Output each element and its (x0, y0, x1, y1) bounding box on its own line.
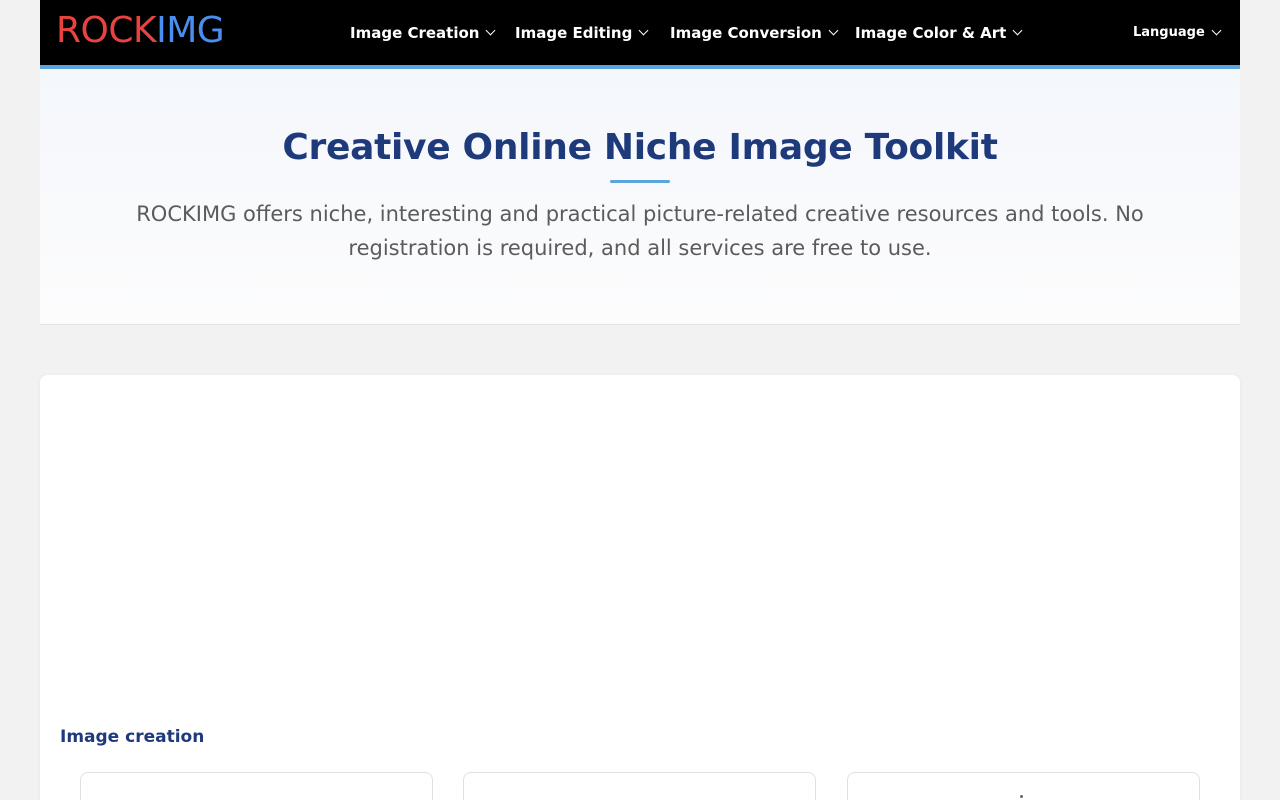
nav-image-color-art-label: Image Color & Art (855, 23, 1007, 42)
nav-image-editing[interactable]: Image Editing (515, 0, 649, 65)
chevron-down-icon (1211, 25, 1222, 36)
nav-image-conversion-label: Image Conversion (670, 23, 822, 42)
main-content-card: Image creation (40, 375, 1240, 800)
nav-image-creation[interactable]: Image Creation (350, 0, 496, 65)
language-label: Language (1133, 25, 1205, 40)
tool-card[interactable] (847, 772, 1200, 800)
tool-card[interactable] (80, 772, 433, 800)
tool-card-mark (1020, 795, 1023, 798)
section-title-image-creation: Image creation (60, 727, 205, 747)
chevron-down-icon (1012, 25, 1023, 36)
nav-image-conversion[interactable]: Image Conversion (670, 0, 839, 65)
ad-placeholder (60, 395, 1220, 715)
hero-section: Creative Online Niche Image Toolkit ROCK… (40, 69, 1240, 325)
chevron-down-icon (486, 25, 496, 36)
main-nav: Image Creation Image Editing Image Conve… (40, 0, 1240, 65)
hero-title: Creative Online Niche Image Toolkit (282, 127, 998, 168)
chevron-down-icon (638, 25, 649, 36)
hero-description: ROCKIMG offers niche, interesting and pr… (136, 202, 1144, 260)
nav-image-editing-label: Image Editing (515, 23, 633, 42)
nav-image-color-art[interactable]: Image Color & Art (855, 0, 1023, 65)
hero-title-underline (610, 180, 670, 183)
top-navbar: ROCKIMG Image Creation Image Editing Ima… (40, 0, 1240, 65)
nav-image-creation-label: Image Creation (350, 23, 480, 42)
tool-card[interactable] (463, 772, 816, 800)
chevron-down-icon (828, 25, 839, 36)
language-selector[interactable]: Language (1133, 0, 1222, 65)
page: ROCKIMG Image Creation Image Editing Ima… (0, 0, 1280, 800)
